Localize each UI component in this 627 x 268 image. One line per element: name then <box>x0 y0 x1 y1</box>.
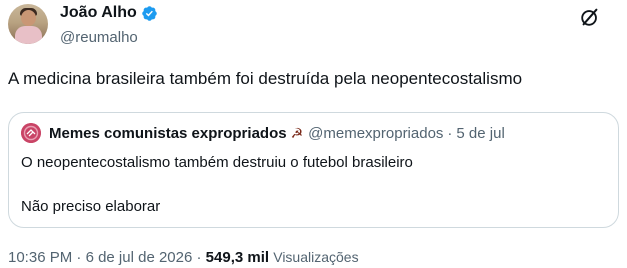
separator-dot: · <box>447 124 453 142</box>
quoted-tweet-date[interactable]: 5 de jul <box>456 125 504 142</box>
tweet-text: A medicina brasileira também foi destruí… <box>8 69 523 88</box>
quoted-author-avatar[interactable] <box>21 123 41 143</box>
quoted-author-name[interactable]: Memes comunistas expropriados <box>49 125 287 142</box>
author-name-row: João Alho <box>60 4 158 22</box>
tweet-time[interactable]: 10:36 PM <box>8 249 72 266</box>
author-handle[interactable]: @reumalho <box>60 29 138 46</box>
grok-button[interactable] <box>578 7 602 31</box>
quoted-tweet-header: Memes comunistas expropriados ☭ @memexpr… <box>21 123 505 143</box>
quoted-author-handle[interactable]: @memexpropriados <box>308 125 443 142</box>
quoted-tweet[interactable]: Memes comunistas expropriados ☭ @memexpr… <box>8 112 619 228</box>
tweet-meta: 10:36 PM · 6 de jul de 2026 · 549,3 mil … <box>8 249 359 266</box>
quoted-tweet-text-line1: O neopentecostalismo também destruiu o f… <box>21 154 413 171</box>
quoted-tweet-text-line2: Não preciso elaborar <box>21 198 161 215</box>
author-display-name[interactable]: João Alho <box>60 4 137 22</box>
views-count: 549,3 mil <box>205 249 270 266</box>
author-avatar[interactable] <box>8 4 48 44</box>
grok-icon <box>579 6 601 33</box>
hammer-sickle-icon: ☭ <box>290 124 304 141</box>
tweet-date[interactable]: 6 de jul de 2026 <box>86 249 193 266</box>
separator-dot: · <box>76 249 82 266</box>
views-label: Visualizações <box>273 249 359 265</box>
separator-dot: · <box>196 249 202 266</box>
verified-badge-icon[interactable] <box>141 5 158 22</box>
